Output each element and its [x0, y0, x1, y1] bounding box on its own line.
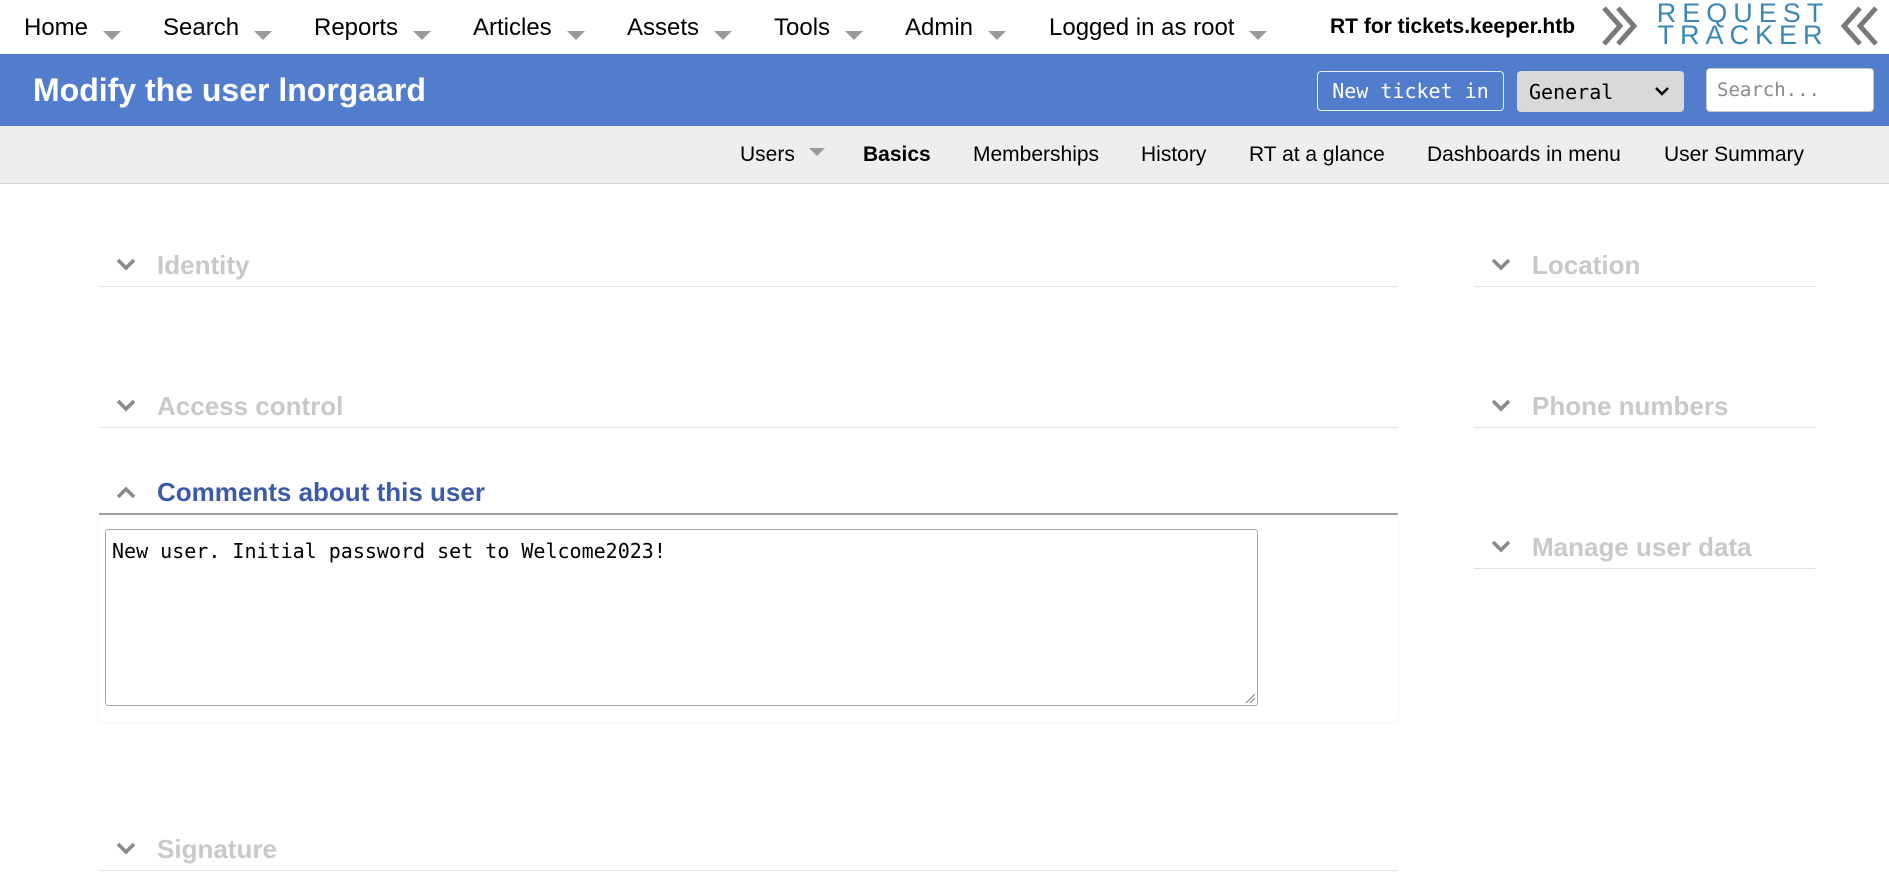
menu-logged-in-label: Logged in as root — [1049, 14, 1235, 41]
chevron-down-icon — [808, 148, 825, 156]
search-input[interactable] — [1706, 68, 1874, 112]
subnav-basics[interactable]: Basics — [863, 126, 931, 184]
section-access-control: Access control — [99, 388, 1398, 428]
logo-wordmark: REQUEST TRACKER — [1650, 0, 1836, 50]
subnav-users[interactable]: Users — [740, 126, 825, 184]
section-identity: Identity — [99, 247, 1398, 287]
request-tracker-logo[interactable]: REQUEST TRACKER — [1598, 0, 1888, 50]
comments-textarea[interactable] — [105, 529, 1258, 706]
section-comments: Comments about this user — [99, 474, 1398, 515]
chevron-down-icon[interactable] — [1490, 535, 1512, 557]
section-location: Location — [1474, 247, 1815, 287]
chevron-down-icon[interactable] — [115, 253, 137, 275]
subnav-rt-at-a-glance-label: RT at a glance — [1249, 143, 1385, 166]
chevron-down-icon — [988, 30, 1007, 40]
site-name: RT for tickets.keeper.htb — [1330, 15, 1576, 38]
menu-articles-label: Articles — [473, 14, 552, 41]
page-title: Modify the user lnorgaard — [33, 71, 426, 108]
chevron-down-icon[interactable] — [115, 394, 137, 416]
section-manage-user-data: Manage user data — [1474, 529, 1815, 569]
subnav-dashboards-in-menu[interactable]: Dashboards in menu — [1427, 126, 1621, 184]
subnav-history[interactable]: History — [1141, 126, 1206, 184]
menu-reports-label: Reports — [314, 14, 399, 41]
subnav-history-label: History — [1141, 143, 1207, 166]
page-header: Modify the user lnorgaard New ticket in … — [0, 54, 1889, 126]
chevron-down-icon — [1655, 87, 1669, 96]
chevron-down-icon — [254, 30, 273, 40]
chevron-down-icon[interactable] — [1490, 394, 1512, 416]
subnav-user-summary-label: User Summary — [1664, 143, 1805, 166]
section-signature-title[interactable]: Signature — [157, 833, 277, 865]
menu-tools[interactable]: Tools — [774, 0, 864, 54]
section-comments-title[interactable]: Comments about this user — [157, 476, 485, 508]
chevron-down-icon — [1249, 30, 1268, 40]
subnav-rt-at-a-glance[interactable]: RT at a glance — [1249, 126, 1385, 184]
chevron-down-icon[interactable] — [115, 837, 137, 859]
menu-tools-label: Tools — [774, 14, 831, 41]
subnav-dashboards-in-menu-label: Dashboards in menu — [1427, 143, 1621, 166]
logo-line-2: TRACKER — [1657, 20, 1829, 50]
menu-search[interactable]: Search — [163, 0, 273, 54]
section-phone-numbers-title[interactable]: Phone numbers — [1532, 390, 1728, 422]
menu-home-label: Home — [24, 14, 89, 41]
menu-assets[interactable]: Assets — [627, 0, 733, 54]
resize-handle-icon[interactable] — [1244, 692, 1256, 704]
chevron-down-icon[interactable] — [1490, 253, 1512, 275]
menu-assets-label: Assets — [627, 14, 700, 41]
chevron-down-icon — [845, 30, 864, 40]
queue-select[interactable]: General — [1517, 71, 1684, 112]
menu-search-label: Search — [163, 14, 240, 41]
menu-articles[interactable]: Articles — [473, 0, 585, 54]
menu-logged-in[interactable]: Logged in as root — [1049, 0, 1268, 54]
subnav-basics-label: Basics — [863, 143, 931, 166]
section-signature: Signature — [99, 831, 1398, 871]
queue-select-value: General — [1529, 79, 1614, 104]
chevron-up-icon[interactable] — [115, 482, 137, 504]
chevron-down-icon — [103, 30, 122, 40]
section-location-title[interactable]: Location — [1532, 249, 1640, 281]
menu-admin[interactable]: Admin — [905, 0, 1007, 54]
menu-admin-label: Admin — [905, 14, 974, 41]
section-identity-title[interactable]: Identity — [157, 249, 249, 281]
menu-home[interactable]: Home — [24, 0, 122, 54]
new-ticket-button[interactable]: New ticket in — [1317, 71, 1504, 111]
chevron-down-icon — [566, 30, 585, 40]
section-access-control-title[interactable]: Access control — [157, 390, 343, 422]
menu-reports[interactable]: Reports — [314, 0, 432, 54]
subnav-memberships-label: Memberships — [973, 143, 1100, 166]
chevron-down-icon — [714, 30, 733, 40]
subnav-memberships[interactable]: Memberships — [973, 126, 1099, 184]
subnav-user-summary[interactable]: User Summary — [1664, 126, 1804, 184]
section-manage-user-data-title[interactable]: Manage user data — [1532, 531, 1752, 563]
section-phone-numbers: Phone numbers — [1474, 388, 1815, 428]
chevron-down-icon — [413, 30, 432, 40]
subnav-users-label: Users — [740, 143, 795, 166]
top-menu-bar: Home Search Reports Articles Assets Tool… — [0, 0, 1889, 54]
page-subnav: Users Basics Memberships History RT at a… — [0, 126, 1889, 184]
